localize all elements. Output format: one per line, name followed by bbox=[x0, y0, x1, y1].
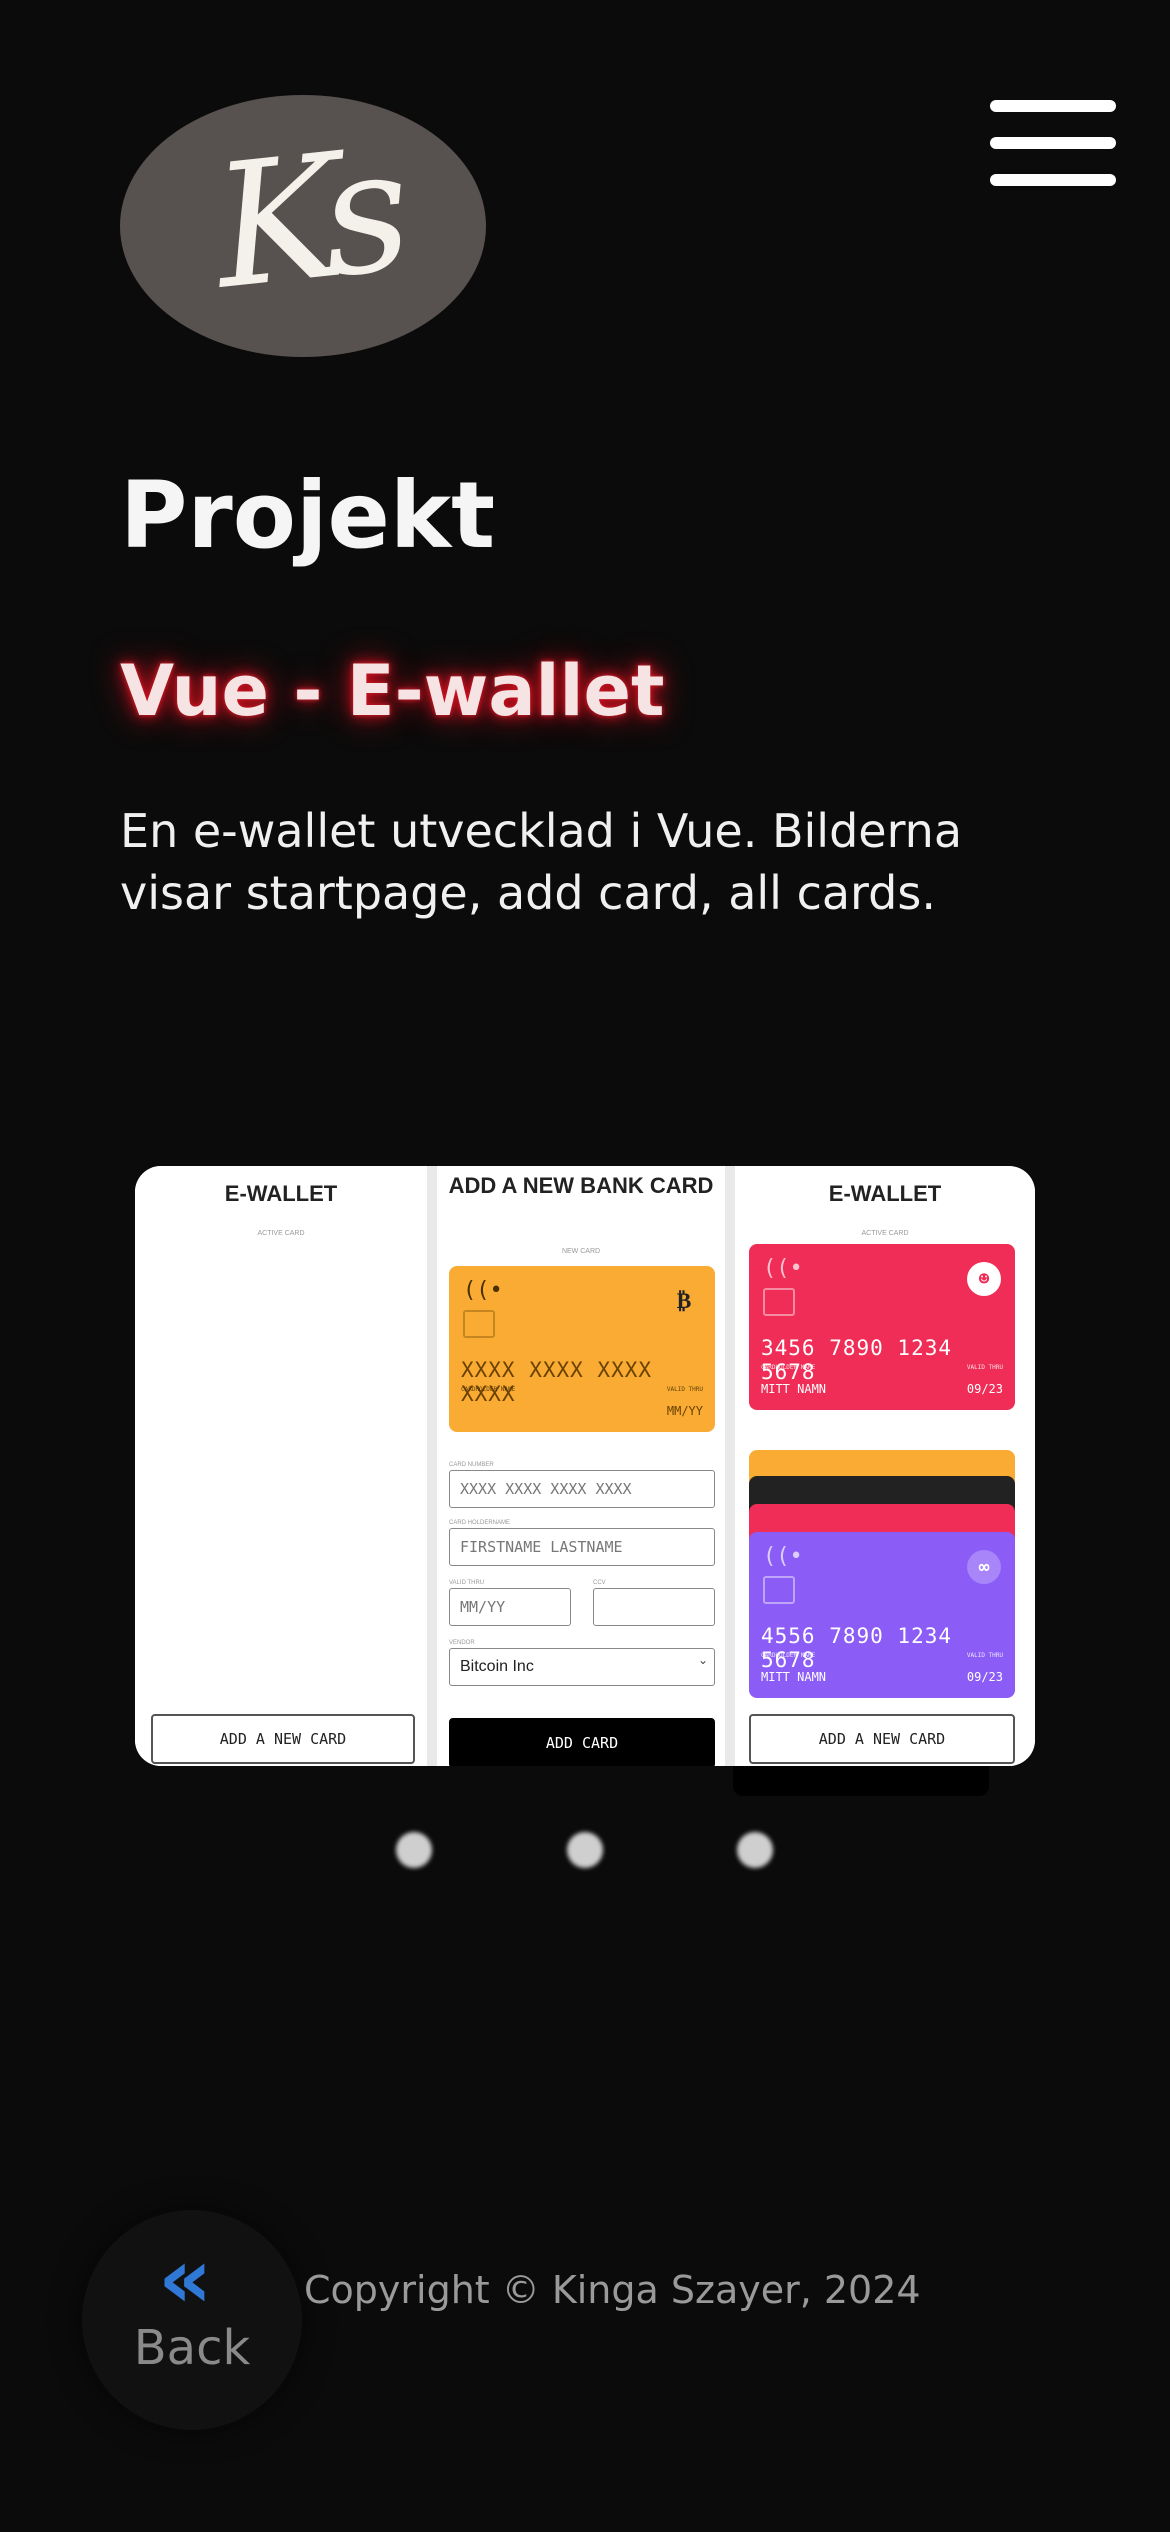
menu-line bbox=[990, 100, 1116, 112]
screen-title: E-WALLET bbox=[224, 1181, 338, 1206]
valid-label: VALID THRU bbox=[666, 1386, 703, 1393]
screen-divider bbox=[725, 1166, 735, 1766]
bitcoin-icon: ₿ bbox=[676, 1289, 692, 1314]
cardholder-label: CARDHOLDER NAME bbox=[761, 1652, 816, 1659]
carousel-dot[interactable] bbox=[737, 1832, 773, 1868]
field-label: CCV bbox=[593, 1580, 606, 1586]
cardholder-label: CARDHOLDER NAME bbox=[761, 1364, 816, 1371]
project-page: Ks Projekt Vue - E-wallet En e-wallet ut… bbox=[0, 0, 1170, 2532]
chain-link-icon: ∞ bbox=[967, 1550, 1001, 1584]
back-label: Back bbox=[133, 2320, 251, 2376]
carousel-dot[interactable] bbox=[396, 1832, 432, 1868]
ccv-field bbox=[593, 1588, 715, 1626]
cardholder-name: MITT NAMN bbox=[761, 1670, 827, 1684]
screen-title: E-WALLET bbox=[828, 1181, 942, 1206]
project-title: Vue - E-wallet bbox=[120, 650, 665, 732]
logo[interactable]: Ks bbox=[120, 95, 486, 357]
screenshot-startpage: E-WALLET ACTIVE CARD ADD A NEW CARD bbox=[135, 1166, 427, 1766]
card-number: XXXX XXXX XXXX XXXX bbox=[461, 1358, 653, 1406]
project-image-carousel[interactable]: E-WALLET ACTIVE CARD ADD A NEW CARD ADD … bbox=[135, 1166, 1035, 1766]
cardholder-field: FIRSTNAME LASTNAME bbox=[449, 1528, 715, 1566]
screen-subtitle: ACTIVE CARD bbox=[861, 1230, 909, 1237]
ninja-icon: ☻ bbox=[967, 1262, 1001, 1296]
wifi-icon: ((• bbox=[763, 1256, 803, 1281]
cardholder-name: MITT NAMN bbox=[761, 1382, 827, 1396]
carousel-pagination bbox=[0, 1832, 1170, 1868]
add-card-button: ADD CARD bbox=[449, 1718, 715, 1766]
chip-icon bbox=[463, 1310, 495, 1338]
menu-line bbox=[990, 174, 1116, 186]
add-new-card-button: ADD A NEW CARD bbox=[151, 1714, 415, 1764]
purple-card: ((• ∞ 4556 7890 1234 5678 CARDHOLDER NAM… bbox=[749, 1532, 1015, 1698]
card-valid: 09/23 bbox=[966, 1382, 1003, 1396]
vendor-select: Bitcoin Inc bbox=[449, 1648, 715, 1686]
card-number: 3456 7890 1234 5678 bbox=[761, 1336, 953, 1384]
screenshot-all-cards: E-WALLET ACTIVE CARD ((• ☻ 3456 7890 123… bbox=[735, 1166, 1035, 1766]
field-label: VENDOR bbox=[449, 1640, 475, 1646]
screen-subtitle: NEW CARD bbox=[561, 1248, 601, 1255]
carousel-dot[interactable] bbox=[567, 1832, 603, 1868]
double-chevron-left-icon: « bbox=[158, 2229, 213, 2327]
valid-field: MM/YY bbox=[449, 1588, 571, 1626]
preview-card: ((• ₿ XXXX XXXX XXXX XXXX CARDHOLDER NAM… bbox=[449, 1266, 715, 1432]
valid-label: VALID THRU bbox=[966, 1652, 1003, 1659]
chip-icon bbox=[763, 1288, 795, 1316]
screen-subtitle: ACTIVE CARD bbox=[257, 1230, 305, 1237]
cardholder-label: CARDHOLDER NAME bbox=[461, 1386, 516, 1393]
copyright-text: Copyright © Kinga Szayer, 2024 bbox=[304, 2268, 921, 2312]
wifi-icon: ((• bbox=[463, 1278, 503, 1303]
logo-monogram: Ks bbox=[205, 112, 400, 328]
screenshot-add-card: ADD A NEW BANK CARD NEW CARD ((• ₿ XXXX … bbox=[437, 1166, 725, 1766]
project-description: En e-wallet utvecklad i Vue. Bilderna vi… bbox=[120, 804, 963, 920]
back-button[interactable]: « Back bbox=[82, 2210, 302, 2430]
screen-divider bbox=[427, 1166, 437, 1766]
hamburger-menu-icon[interactable] bbox=[990, 100, 1116, 186]
field-label: CARD NUMBER bbox=[449, 1462, 494, 1468]
chip-icon bbox=[763, 1576, 795, 1604]
card-valid: 09/23 bbox=[966, 1670, 1003, 1684]
valid-label: VALID THRU bbox=[966, 1364, 1003, 1371]
card-valid: MM/YY bbox=[666, 1404, 703, 1418]
card-number-field: XXXX XXXX XXXX XXXX bbox=[449, 1470, 715, 1508]
add-new-card-button: ADD A NEW CARD bbox=[749, 1714, 1015, 1764]
card-number: 4556 7890 1234 5678 bbox=[761, 1624, 953, 1672]
page-title: Projekt bbox=[120, 462, 496, 569]
field-label: VALID THRU bbox=[449, 1580, 485, 1586]
field-label: CARD HOLDERNAME bbox=[449, 1520, 511, 1526]
screen-title: ADD A NEW BANK CARD bbox=[448, 1173, 714, 1198]
menu-line bbox=[990, 137, 1116, 149]
active-card: ((• ☻ 3456 7890 1234 5678 CARDHOLDER NAM… bbox=[749, 1244, 1015, 1410]
carousel-overflow-strip bbox=[733, 1766, 989, 1796]
wifi-icon: ((• bbox=[763, 1544, 803, 1569]
